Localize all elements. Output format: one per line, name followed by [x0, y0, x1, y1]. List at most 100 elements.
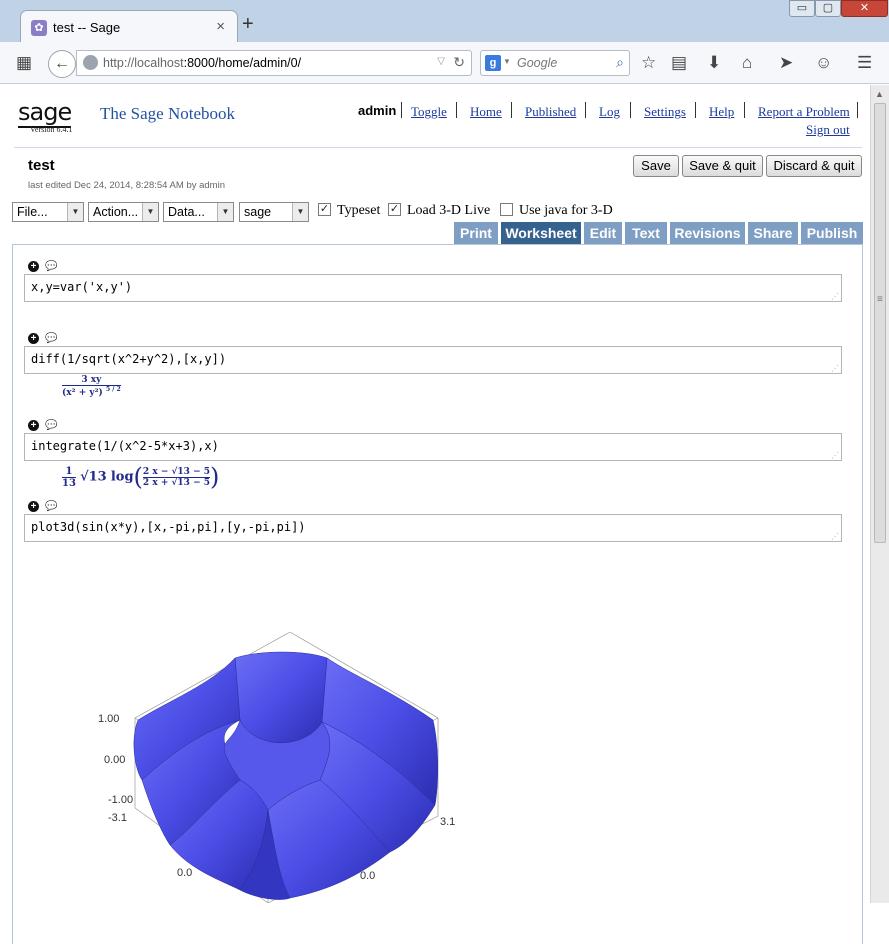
tab-text[interactable]: Text — [625, 222, 667, 244]
link-sign-out[interactable]: Sign out — [806, 122, 850, 138]
x-tick-label: 0.0 — [177, 867, 192, 879]
comment-icon[interactable]: 💬 — [45, 501, 57, 513]
link-toggle[interactable]: Toggle — [411, 104, 447, 120]
system-select[interactable]: sage ▼ — [239, 202, 309, 222]
link-settings[interactable]: Settings — [644, 104, 686, 120]
comment-icon[interactable]: 💬 — [45, 420, 57, 432]
tab-print[interactable]: Print — [454, 222, 498, 244]
plot-surface — [133, 651, 438, 900]
y-tick-label: 3.1 — [440, 816, 455, 828]
search-icon[interactable]: ⌕ — [616, 54, 624, 71]
tab-title: test -- Sage — [53, 20, 121, 35]
menu-icon[interactable]: ☰ — [857, 53, 872, 73]
link-log[interactable]: Log — [599, 104, 620, 120]
tab-close-icon[interactable]: × — [216, 18, 225, 35]
url-bar[interactable]: http://localhost:8000/home/admin/0/ ▽ ↻ — [76, 50, 472, 76]
link-published[interactable]: Published — [525, 104, 576, 120]
nav-separator — [744, 102, 745, 118]
downloads-icon[interactable]: ⬇ — [707, 53, 721, 73]
cell-controls: + 💬 — [28, 499, 57, 513]
nav-separator — [630, 102, 631, 118]
nav-separator — [695, 102, 696, 118]
bookmark-star-icon[interactable]: ☆ — [641, 53, 656, 73]
window-maximize-button[interactable]: ▢ — [815, 0, 841, 17]
typeset-checkbox[interactable]: ✓ — [318, 203, 331, 216]
tab-edit[interactable]: Edit — [584, 222, 622, 244]
back-button[interactable]: ← — [48, 50, 76, 78]
scroll-grip-icon: ≡ — [877, 294, 883, 305]
search-bar[interactable]: g ▼ Google ⌕ — [480, 50, 630, 76]
scrollbar-thumb[interactable]: ≡ — [874, 103, 886, 543]
link-home[interactable]: Home — [470, 104, 502, 120]
data-menu-select[interactable]: Data... ▼ — [163, 202, 234, 222]
url-history-dropdown-icon[interactable]: ▽ — [437, 56, 445, 67]
insert-cell-icon[interactable]: + — [28, 420, 39, 431]
plot3d-output[interactable]: 1.00 0.00 -1.00 -3.1 3.1 0.0 0.0 — [90, 630, 470, 903]
link-help[interactable]: Help — [709, 104, 734, 120]
cell-output-integral: 1 13 √13 log(2 x − √13 − 52 x + √13 − 5) — [62, 463, 220, 491]
comment-icon[interactable]: 💬 — [45, 333, 57, 345]
header-divider — [14, 147, 862, 148]
chat-icon[interactable]: ☺ — [815, 53, 832, 73]
cell-controls: + 💬 — [28, 418, 57, 432]
nav-separator — [511, 102, 512, 118]
resize-grip-icon[interactable]: ⋰ — [831, 451, 839, 460]
use-java-3d-label: Use java for 3-D — [519, 203, 613, 218]
cell-output-derivative: 3 xy (x² + y²) 5 / 2 — [62, 375, 121, 398]
tab-share[interactable]: Share — [748, 222, 798, 244]
typeset-label: Typeset — [337, 203, 381, 218]
tab-groups-icon[interactable]: ▦ — [16, 53, 32, 73]
save-quit-button[interactable]: Save & quit — [682, 155, 763, 177]
tab-publish[interactable]: Publish — [801, 222, 863, 244]
page-scrollbar[interactable]: ▲ ≡ — [870, 85, 889, 903]
search-engine-icon[interactable]: g — [485, 55, 501, 71]
new-tab-button[interactable]: + — [242, 14, 254, 34]
x-tick-label: -3.1 — [108, 812, 127, 824]
tab-revisions[interactable]: Revisions — [670, 222, 745, 244]
browser-tab[interactable]: ✿ test -- Sage × — [20, 10, 238, 43]
load-3d-live-checkbox[interactable]: ✓ — [388, 203, 401, 216]
cell-input[interactable]: integrate(1/(x^2-5*x+3),x) ⋰ — [24, 433, 842, 461]
url-text: http://localhost:8000/home/admin/0/ — [103, 56, 302, 70]
sage-favicon-icon: ✿ — [31, 20, 47, 36]
save-button[interactable]: Save — [633, 155, 679, 177]
insert-cell-icon[interactable]: + — [28, 261, 39, 272]
home-icon[interactable]: ⌂ — [742, 53, 752, 73]
sage-version: Version 6.4.1 — [30, 125, 73, 134]
resize-grip-icon[interactable]: ⋰ — [831, 364, 839, 373]
load-3d-live-label: Load 3-D Live — [407, 203, 491, 218]
file-menu-select[interactable]: File... ▼ — [12, 202, 84, 222]
y-tick-label: 0.0 — [360, 870, 375, 882]
cell-input[interactable]: diff(1/sqrt(x^2+y^2),[x,y]) ⋰ — [24, 346, 842, 374]
reload-icon[interactable]: ↻ — [453, 54, 465, 71]
search-placeholder: Google — [517, 56, 558, 70]
window-minimize-button[interactable]: ▭ — [789, 0, 815, 17]
search-engine-dropdown-icon[interactable]: ▼ — [503, 57, 511, 66]
action-menu-select[interactable]: Action... ▼ — [88, 202, 159, 222]
window-close-button[interactable]: ✕ — [841, 0, 888, 17]
nav-separator — [585, 102, 586, 118]
cell-input[interactable]: plot3d(sin(x*y),[x,-pi,pi],[y,-pi,pi]) ⋰ — [24, 514, 842, 542]
use-java-3d-checkbox[interactable] — [500, 203, 513, 216]
browser-titlebar: ✿ test -- Sage × + ▭ ▢ ✕ — [0, 0, 889, 43]
scroll-up-icon[interactable]: ▲ — [875, 89, 884, 99]
insert-cell-icon[interactable]: + — [28, 333, 39, 344]
discard-quit-button[interactable]: Discard & quit — [766, 155, 862, 177]
insert-cell-icon[interactable]: + — [28, 501, 39, 512]
tab-worksheet[interactable]: Worksheet — [501, 222, 581, 244]
worksheet-name[interactable]: test — [28, 157, 55, 174]
notebook-title: The Sage Notebook — [100, 104, 236, 123]
sage-logo[interactable]: sage — [18, 98, 72, 128]
cell-controls: + 💬 — [28, 331, 57, 345]
browser-navbar: ▦ ← http://localhost:8000/home/admin/0/ … — [0, 42, 889, 84]
send-icon[interactable]: ➤ — [779, 53, 793, 73]
nav-separator — [857, 102, 858, 118]
cell-input[interactable]: x,y=var('x,y') ⋰ — [24, 274, 842, 302]
reading-list-icon[interactable]: ▤ — [671, 53, 687, 73]
resize-grip-icon[interactable]: ⋰ — [831, 292, 839, 301]
site-identity-icon[interactable] — [83, 55, 98, 70]
comment-icon[interactable]: 💬 — [45, 261, 57, 273]
resize-grip-icon[interactable]: ⋰ — [831, 532, 839, 541]
link-report-problem[interactable]: Report a Problem — [758, 104, 850, 120]
last-edited-text: last edited Dec 24, 2014, 8:28:54 AM by … — [28, 180, 225, 191]
